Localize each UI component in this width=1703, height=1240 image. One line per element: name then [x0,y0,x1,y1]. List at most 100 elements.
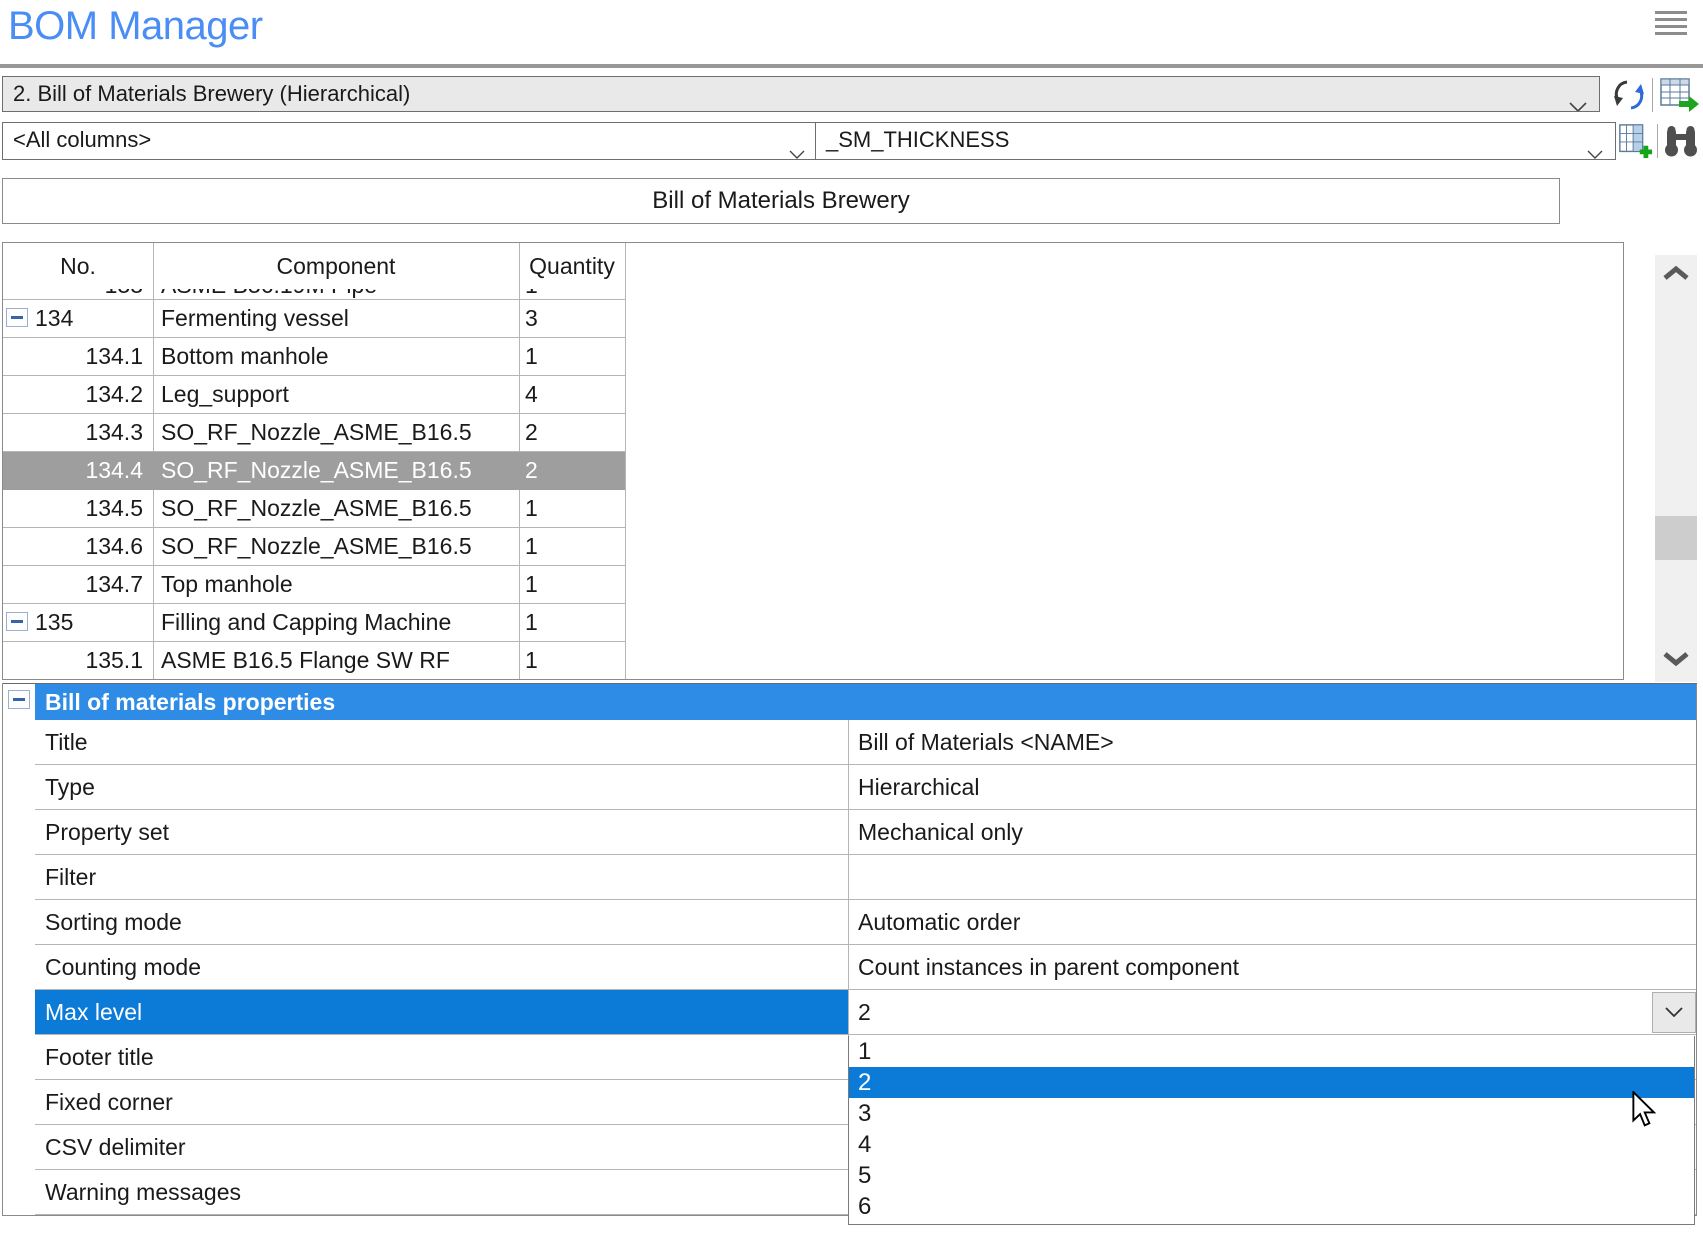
property-row[interactable]: Type Hierarchical [35,765,1696,810]
property-column-select[interactable]: _SM_THICKNESS [815,122,1616,160]
add-column-button[interactable] [1616,123,1654,159]
column-header-no[interactable]: No. [3,243,153,289]
scrollbar-thumb[interactable] [1655,516,1697,560]
table-row[interactable]: 134.5 SO_RF_Nozzle_ASME_B16.5 1 [3,489,625,528]
table-row[interactable]: 134.3 SO_RF_Nozzle_ASME_B16.5 2 [3,413,625,452]
cell-component: Leg_support [161,376,289,414]
cell-component: Filling and Capping Machine [161,604,451,642]
cell-no: 135 [3,604,148,642]
cell-quantity: 1 [525,604,538,642]
cell-component: SO_RF_Nozzle_ASME_B16.5 [161,452,472,490]
table-row[interactable]: 134.7 Top manhole 1 [3,565,625,604]
property-value[interactable]: Bill of Materials <NAME> [848,720,1696,764]
table-row[interactable]: 134.6 SO_RF_Nozzle_ASME_B16.5 1 [3,527,625,566]
table-row[interactable]: 135.1 ASME B16.5 Flange SW RF 1 [3,641,625,680]
property-label: Type [35,765,848,809]
property-row[interactable]: Counting mode Count instances in parent … [35,945,1696,990]
bom-select[interactable]: 2. Bill of Materials Brewery (Hierarchic… [2,76,1600,112]
bom-table: No. Component Quantity 133 ASME B36.19M … [2,242,1624,680]
cell-quantity: 1 [525,490,538,528]
refresh-icon [1613,79,1645,111]
cell-quantity: 2 [525,414,538,452]
cell-no: 134 [3,300,148,338]
column-filter-value: <All columns> [13,127,151,152]
hamburger-bar [1655,32,1687,35]
cell-component: Top manhole [161,566,293,604]
property-label: Property set [35,810,848,854]
table-right-border [625,243,626,679]
property-label: Filter [35,855,848,899]
property-label: CSV delimiter [35,1125,848,1169]
cell-quantity: 3 [525,300,538,338]
cell-component: SO_RF_Nozzle_ASME_B16.5 [161,490,472,528]
divider [1657,124,1658,158]
divider [0,64,1703,68]
dropdown-option[interactable]: 1 [849,1036,1694,1067]
dropdown-option[interactable]: 6 [849,1191,1694,1222]
cell-quantity: 1 [525,289,538,299]
property-row[interactable]: Filter [35,855,1696,900]
mouse-cursor-icon [1632,1091,1660,1136]
table-row-clipped[interactable]: 133 ASME B36.19M Pipe 1 [3,289,625,299]
dropdown-option[interactable]: 4 [849,1129,1694,1160]
panel-right-border [1696,684,1697,1215]
vertical-scrollbar[interactable] [1655,255,1697,682]
hamburger-menu-icon[interactable] [1655,11,1687,39]
table-row-selected[interactable]: 134.4 SO_RF_Nozzle_ASME_B16.5 2 [3,451,625,490]
property-label: Sorting mode [35,900,848,944]
cell-no: 134.2 [3,376,143,414]
hamburger-bar [1655,11,1687,14]
column-header-quantity[interactable]: Quantity [519,243,625,289]
table-row[interactable]: 134.1 Bottom manhole 1 [3,337,625,376]
cell-component: Fermenting vessel [161,300,349,338]
bom-table-title: Bill of Materials Brewery [2,178,1560,224]
property-row[interactable]: Property set Mechanical only [35,810,1696,855]
property-row-selected[interactable]: Max level 2 [35,990,1696,1035]
chevron-down-icon [1569,89,1587,112]
cell-no: 134.7 [3,566,143,604]
bom-select-value: 2. Bill of Materials Brewery (Hierarchic… [13,81,410,106]
property-value[interactable]: Count instances in parent component [848,945,1696,989]
property-value[interactable] [848,855,1696,899]
table-row[interactable]: 135 Filling and Capping Machine 1 [3,603,625,642]
cell-no: 134.5 [3,490,143,528]
export-table-button[interactable] [1658,76,1700,114]
panel-collapse-minus-icon[interactable] [8,690,30,709]
minus-glyph [13,698,25,701]
cell-component: SO_RF_Nozzle_ASME_B16.5 [161,414,472,452]
property-row[interactable]: Title Bill of Materials <NAME> [35,720,1696,765]
dropdown-option[interactable]: 5 [849,1160,1694,1191]
find-button[interactable] [1662,122,1700,160]
max-level-dropdown-button[interactable] [1652,992,1696,1033]
scroll-down-icon[interactable] [1662,651,1690,672]
dropdown-option[interactable]: 3 [849,1098,1694,1129]
refresh-button[interactable] [1610,77,1648,113]
chevron-down-icon [1665,1007,1683,1018]
property-label: Max level [35,990,848,1034]
property-value[interactable]: 2 [848,990,1696,1034]
scroll-up-icon[interactable] [1662,265,1690,286]
cell-component: SO_RF_Nozzle_ASME_B16.5 [161,528,472,566]
cell-no: 135.1 [3,642,143,680]
property-label: Fixed corner [35,1080,848,1124]
property-value[interactable]: Mechanical only [848,810,1696,854]
property-value[interactable]: Automatic order [848,900,1696,944]
property-label: Warning messages [35,1170,848,1214]
cell-no: 134.6 [3,528,143,566]
cell-quantity: 1 [525,528,538,566]
max-level-dropdown-list: 1 2 3 4 5 6 [848,1036,1695,1225]
dropdown-option-highlighted[interactable]: 2 [849,1067,1694,1098]
table-row[interactable]: 134 Fermenting vessel 3 [3,299,625,338]
property-label: Footer title [35,1035,848,1079]
column-filter-select[interactable]: <All columns> [2,122,818,160]
table-row[interactable]: 134.2 Leg_support 4 [3,375,625,414]
column-header-component[interactable]: Component [153,243,519,289]
divider [1652,78,1653,112]
property-row[interactable]: Sorting mode Automatic order [35,900,1696,945]
cell-quantity: 1 [525,642,538,680]
property-column-value: _SM_THICKNESS [826,127,1009,152]
property-value[interactable]: Hierarchical [848,765,1696,809]
property-label: Title [35,720,848,764]
cell-component: ASME B16.5 Flange SW RF [161,642,450,680]
cell-quantity: 1 [525,566,538,604]
